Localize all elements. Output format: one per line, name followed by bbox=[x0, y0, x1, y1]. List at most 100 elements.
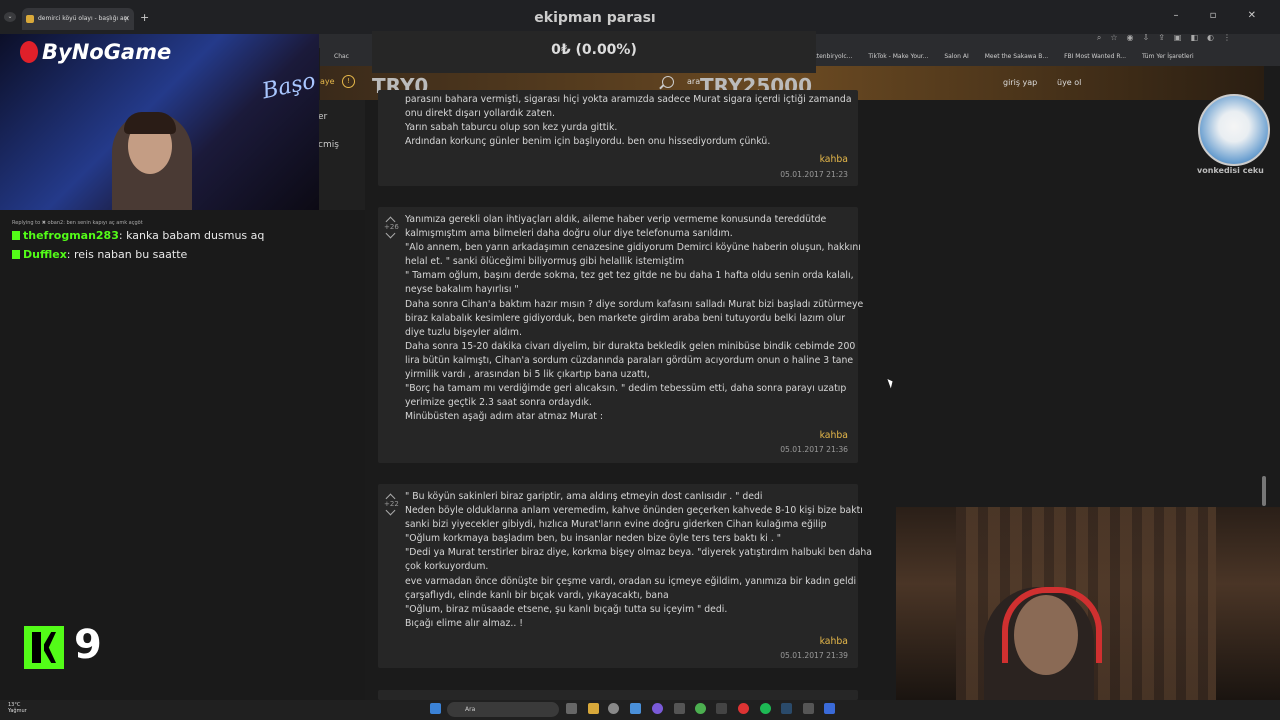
entry-line: "Borç ha tamam mı verdiğimde geri alıcak… bbox=[405, 383, 847, 395]
entry-line: parasını bahara vermişti, sigarası hiçi … bbox=[405, 94, 852, 105]
entry-line: yerimize geçtik 2.3 saat sonra ordaydık. bbox=[405, 397, 592, 409]
vote-widget: +22 bbox=[384, 492, 399, 516]
entry-date[interactable]: 05.01.2017 21:39 bbox=[780, 651, 848, 660]
app-icon[interactable] bbox=[738, 703, 749, 714]
task-view-icon[interactable] bbox=[566, 703, 577, 714]
entry-line: " Tamam oğlum, başını derde sokma, tez g… bbox=[405, 270, 854, 282]
app-icon[interactable] bbox=[674, 703, 685, 714]
entry-line: çok korkuyordum. bbox=[405, 561, 489, 573]
entry-card bbox=[378, 690, 858, 700]
tab-search-button[interactable]: ⌄ bbox=[4, 12, 16, 22]
entry-author[interactable]: kahba bbox=[820, 636, 848, 647]
bookmark-item[interactable]: Salon AI bbox=[944, 48, 968, 66]
steam-icon[interactable] bbox=[781, 703, 792, 714]
bookmark-item[interactable]: Tüm Yer İşaretleri bbox=[1142, 48, 1194, 66]
vote-widget: +26 bbox=[384, 215, 399, 239]
entry-line: Yarın sabah taburcu olup son kez yurda g… bbox=[405, 122, 618, 134]
spotify-icon[interactable] bbox=[760, 703, 771, 714]
taskbar-search-text: Ara bbox=[465, 706, 476, 713]
sidebar-item[interactable]: cmiş bbox=[318, 140, 339, 150]
bookmark-item[interactable]: FBI Most Wanted R... bbox=[1064, 48, 1126, 66]
page-scrollbar[interactable] bbox=[1262, 476, 1266, 506]
login-link[interactable]: giriş yap bbox=[1003, 78, 1037, 87]
chat-username: thefrogman283 bbox=[23, 229, 119, 242]
entry-date[interactable]: 05.01.2017 21:36 bbox=[780, 445, 848, 454]
new-tab-button[interactable]: + bbox=[140, 11, 149, 24]
entry-text: Yanımıza gerekli olan ihtiyaçları aldık,… bbox=[405, 213, 864, 424]
window-controls[interactable]: – ▫ ✕ bbox=[1173, 10, 1270, 21]
warning-icon[interactable]: ! bbox=[342, 75, 355, 88]
app-icon[interactable] bbox=[803, 703, 814, 714]
downvote-icon[interactable] bbox=[384, 508, 398, 516]
close-tab-icon[interactable]: ✕ bbox=[123, 8, 130, 30]
entry-line: kalmışmıştım ama bilmeleri daha doğru ol… bbox=[405, 228, 733, 240]
donation-progress-text: 0₺ (0.00%) bbox=[551, 42, 637, 58]
file-explorer-icon[interactable] bbox=[588, 703, 599, 714]
brand-logo: ByNoGame bbox=[20, 40, 171, 64]
kick-badge-icon bbox=[12, 231, 20, 240]
nav-item[interactable]: aye bbox=[320, 77, 335, 86]
start-icon[interactable] bbox=[430, 703, 441, 714]
bookmark-item[interactable]: TikTok - Make Your... bbox=[868, 48, 928, 66]
entry-line: "Oğlum korkmaya başladım ben, bu insanla… bbox=[405, 533, 782, 545]
entry-card: +22 " Bu köyün sakinleri biraz gariptir,… bbox=[378, 484, 872, 668]
chat-message: Dufflex: reis naban bu saatte bbox=[12, 248, 332, 261]
tab-title: demirci köyü olayı - başlığı açı bbox=[38, 15, 129, 22]
channel-avatar bbox=[1198, 94, 1270, 166]
entry-line: biraz kalabalık kesimlere gidiyorduk, be… bbox=[405, 312, 846, 324]
browser-tab[interactable]: demirci köyü olayı - başlığı açı ✕ bbox=[22, 8, 134, 30]
entry-line: Bıçağı elime alır almaz.. ! bbox=[405, 617, 523, 629]
reply-context: Replying to ✖ oban2: ben senin kapıyı aç… bbox=[12, 220, 143, 226]
stream-chat: Replying to ✖ oban2: ben senin kapıyı aç… bbox=[12, 220, 332, 267]
chat-username: Dufflex bbox=[23, 248, 67, 261]
entry-line: "Oğlum, biraz müsaade etsene, şu kanlı b… bbox=[405, 603, 728, 615]
toolbar-icons[interactable]: ⌕☆◉⇩⇪▣◧◐⋮ bbox=[1097, 33, 1240, 43]
entry-date[interactable]: 05.01.2017 21:23 bbox=[780, 170, 848, 179]
search-label[interactable]: ara bbox=[687, 77, 700, 86]
channel-label: vonkedisi ceku bbox=[1197, 166, 1264, 175]
entry-line: Ardından korkunç günler benim için başlı… bbox=[405, 136, 771, 148]
weather-widget[interactable]: 13°C Yağmur bbox=[8, 702, 27, 714]
chat-text: reis naban bu saatte bbox=[74, 248, 188, 261]
app-icon[interactable] bbox=[716, 703, 727, 714]
entry-line: Neden böyle olduklarına anlam veremedim,… bbox=[405, 505, 863, 517]
kick-badge-icon bbox=[12, 250, 20, 259]
entry-line: helal et. " sanki ölüceğimi biliyormuş g… bbox=[405, 256, 685, 268]
app-icon[interactable] bbox=[652, 703, 663, 714]
headphones bbox=[1002, 587, 1102, 663]
weather-desc: Yağmur bbox=[8, 708, 27, 714]
entry-line: sanki bizi yiyecekler gibiydi, hızlıca M… bbox=[405, 519, 827, 531]
bookmark-item[interactable]: Meet the Sakawa B... bbox=[985, 48, 1048, 66]
guest-webcam bbox=[896, 507, 1280, 700]
entry-line: çarşaflıydı, elinde kanlı bir bıçak vard… bbox=[405, 589, 669, 601]
donation-goal-title: ekipman parası bbox=[534, 10, 656, 26]
entry-line: Minübüsten aşağı adım atar atmaz Murat : bbox=[405, 411, 604, 423]
entry-line: diye tuzlu bişeyler aldım. bbox=[405, 326, 522, 338]
upvote-icon[interactable] bbox=[384, 492, 398, 500]
downvote-icon[interactable] bbox=[384, 231, 398, 239]
chrome-icon[interactable] bbox=[695, 703, 706, 714]
bookmark-item[interactable]: Chac bbox=[334, 48, 349, 66]
app-icon[interactable] bbox=[824, 703, 835, 714]
entry-text: " Bu köyün sakinleri biraz gariptir, ama… bbox=[405, 490, 872, 631]
entry-line: eve varmadan önce dönüşte bir çeşme vard… bbox=[405, 575, 857, 587]
entry-author[interactable]: kahba bbox=[820, 154, 848, 165]
entry-author[interactable]: kahba bbox=[820, 430, 848, 441]
app-icon[interactable] bbox=[630, 703, 641, 714]
entry-line: " Bu köyün sakinleri biraz gariptir, ama… bbox=[405, 491, 763, 502]
entry-line: Yanımıza gerekli olan ihtiyaçları aldık,… bbox=[405, 214, 827, 225]
brand-mark-icon bbox=[20, 41, 38, 63]
entry-text: parasını bahara vermişti, sigarası hiçi … bbox=[405, 93, 852, 149]
search-icon[interactable] bbox=[662, 76, 674, 88]
neon-sign: Başo bbox=[259, 68, 318, 105]
entry-line: Daha sonra Cihan'a baktım hazır mısın ? … bbox=[405, 298, 864, 310]
app-icon[interactable] bbox=[608, 703, 619, 714]
entry-line: lira bütün kalmıştı, Cihan'a sordum cüzd… bbox=[405, 354, 854, 366]
register-link[interactable]: üye ol bbox=[1057, 78, 1081, 87]
favicon-icon bbox=[26, 15, 34, 23]
sidebar-item[interactable]: er bbox=[318, 112, 327, 122]
brand-name: ByNoGame bbox=[42, 40, 172, 64]
taskbar-search[interactable]: Ara bbox=[447, 702, 559, 717]
upvote-icon[interactable] bbox=[384, 215, 398, 223]
chat-text: kanka babam dusmus aq bbox=[126, 229, 265, 242]
